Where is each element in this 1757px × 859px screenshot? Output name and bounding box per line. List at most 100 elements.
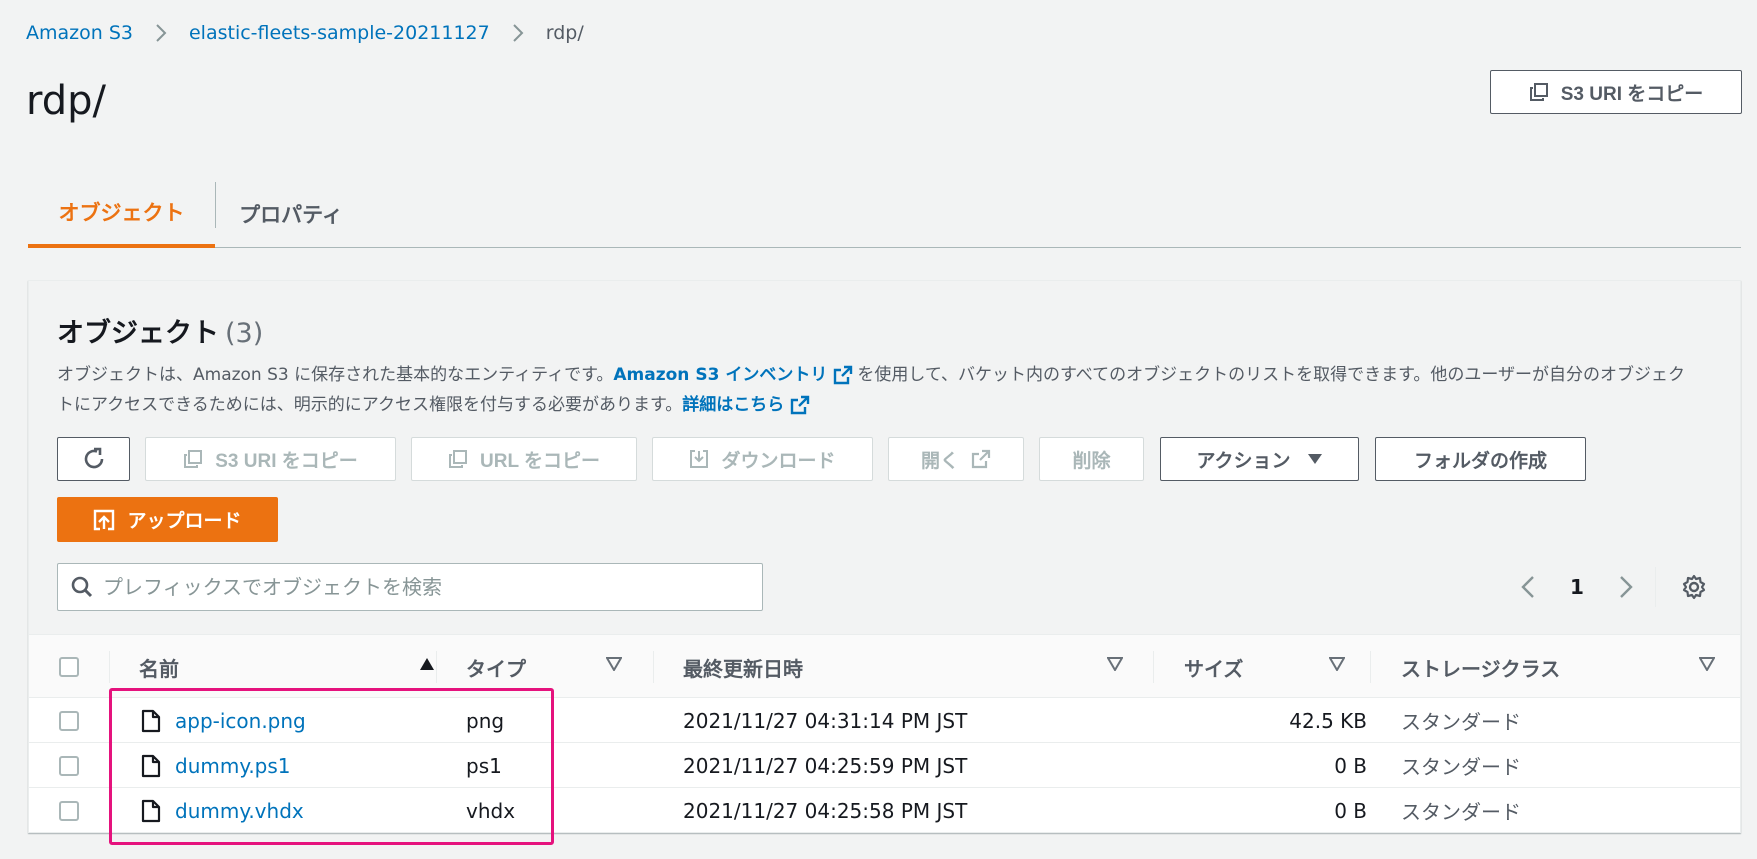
chevron-right-icon (512, 23, 524, 43)
select-all-cell (59, 635, 79, 699)
search-icon (71, 576, 93, 598)
table-row[interactable]: dummy.vhdx vhdx 2021/11/27 04:25:58 PM J… (29, 788, 1740, 833)
external-link-icon (971, 449, 991, 469)
object-name-link[interactable]: dummy.ps1 (175, 754, 291, 778)
copy-url-label: URL をコピー (480, 450, 600, 472)
description-text-1: オブジェクトは、Amazon S3 に保存された基本的なエンティティです。 (57, 365, 614, 385)
copy-s3-uri-label: S3 URI をコピー (1560, 83, 1704, 105)
previous-page-icon[interactable] (1520, 575, 1536, 599)
open-label: 開く (920, 450, 959, 472)
column-divider (436, 651, 437, 683)
copy-icon (448, 449, 468, 469)
upload-button[interactable]: アップロード (57, 497, 278, 542)
download-label: ダウンロード (721, 450, 836, 472)
sort-icon (1699, 657, 1715, 671)
copy-icon (183, 449, 203, 469)
object-storage-class: スタンダード (1401, 755, 1521, 779)
row-checkbox[interactable] (59, 710, 79, 731)
object-size: 42.5 KB (1289, 708, 1367, 733)
breadcrumb-item-amazon-s3[interactable]: Amazon S3 (26, 22, 133, 44)
tab-properties[interactable]: プロパティ (216, 180, 366, 248)
column-header-name[interactable]: 名前 (139, 635, 439, 699)
column-last-modified-label: 最終更新日時 (683, 656, 803, 681)
page-number[interactable]: 1 (1570, 575, 1584, 599)
column-divider (109, 651, 110, 683)
tab-bar: オブジェクト プロパティ (28, 180, 1741, 248)
details-link[interactable]: 詳細はこちら (682, 395, 814, 415)
chevron-right-icon (155, 23, 167, 43)
object-last-modified: 2021/11/27 04:25:58 PM JST (683, 798, 968, 823)
delete-label: 削除 (1072, 450, 1111, 472)
file-icon (141, 709, 161, 733)
object-type: png (466, 708, 505, 733)
copy-icon (1529, 82, 1549, 102)
external-link-icon (790, 395, 810, 415)
breadcrumb-current: rdp/ (545, 22, 584, 44)
column-header-type[interactable]: タイプ (466, 635, 656, 699)
objects-heading: オブジェクト (3) (57, 311, 263, 350)
copy-url-button[interactable]: URL をコピー (411, 437, 637, 481)
object-storage-class: スタンダード (1401, 800, 1521, 824)
file-icon (141, 799, 161, 823)
upload-icon (93, 509, 115, 531)
copy-s3-uri-button[interactable]: S3 URI をコピー (1490, 70, 1742, 114)
sort-ascending-icon (419, 657, 435, 671)
refresh-button[interactable] (57, 437, 130, 481)
actions-label: アクション (1196, 450, 1291, 472)
actions-dropdown-button[interactable]: アクション (1160, 437, 1359, 481)
inventory-link[interactable]: Amazon S3 インベントリ (613, 365, 857, 385)
pagination: 1 (1520, 563, 1634, 611)
objects-description: オブジェクトは、Amazon S3 に保存された基本的なエンティティです。Ama… (57, 360, 1697, 420)
gear-icon[interactable] (1681, 563, 1707, 611)
tab-objects[interactable]: オブジェクト (28, 180, 215, 248)
next-page-icon[interactable] (1618, 575, 1634, 599)
open-button[interactable]: 開く (888, 437, 1024, 481)
row-checkbox[interactable] (59, 800, 79, 821)
breadcrumb: Amazon S3 elastic-fleets-sample-20211127… (26, 18, 584, 48)
search-box (57, 563, 763, 611)
objects-count: (3) (225, 318, 264, 349)
row-checkbox[interactable] (59, 755, 79, 776)
table-header: 名前 タイプ 最終更新日時 サイズ ストレージクラス (29, 634, 1740, 698)
refresh-icon (81, 446, 107, 472)
object-storage-class: スタンダード (1401, 710, 1521, 734)
download-icon (689, 449, 709, 469)
file-icon (141, 754, 161, 778)
create-folder-label: フォルダの作成 (1413, 450, 1547, 472)
breadcrumb-item-bucket[interactable]: elastic-fleets-sample-20211127 (189, 22, 490, 44)
caret-down-icon (1307, 453, 1323, 465)
object-size: 0 B (1334, 753, 1367, 778)
object-name-link[interactable]: dummy.vhdx (175, 799, 304, 823)
select-all-checkbox[interactable] (59, 657, 79, 677)
column-divider (1370, 651, 1371, 683)
download-button[interactable]: ダウンロード (652, 437, 873, 481)
column-divider (653, 651, 654, 683)
column-size-label: サイズ (1184, 656, 1244, 681)
create-folder-button[interactable]: フォルダの作成 (1375, 437, 1586, 481)
column-divider (1153, 651, 1154, 683)
copy-s3-uri-toolbar-button[interactable]: S3 URI をコピー (145, 437, 396, 481)
object-type: ps1 (466, 753, 502, 778)
search-input[interactable] (103, 575, 743, 599)
objects-heading-label: オブジェクト (57, 318, 219, 349)
copy-s3-uri-toolbar-label: S3 URI をコピー (215, 450, 358, 472)
column-header-size[interactable]: サイズ (1184, 635, 1374, 699)
pagination-divider (1655, 567, 1656, 607)
object-last-modified: 2021/11/27 04:31:14 PM JST (683, 708, 968, 733)
object-last-modified: 2021/11/27 04:25:59 PM JST (683, 753, 968, 778)
upload-label: アップロード (127, 511, 242, 532)
object-type: vhdx (466, 798, 516, 823)
objects-table: 名前 タイプ 最終更新日時 サイズ ストレージクラス app-icon.png (29, 634, 1740, 833)
sort-icon (1107, 657, 1123, 671)
sort-icon (606, 657, 622, 671)
table-row[interactable]: dummy.ps1 ps1 2021/11/27 04:25:59 PM JST… (29, 743, 1740, 788)
page-title: rdp/ (26, 78, 106, 124)
column-header-storage-class[interactable]: ストレージクラス (1401, 635, 1721, 699)
table-row[interactable]: app-icon.png png 2021/11/27 04:31:14 PM … (29, 698, 1740, 743)
column-name-label: 名前 (139, 656, 179, 681)
column-type-label: タイプ (466, 656, 526, 681)
object-name-link[interactable]: app-icon.png (175, 709, 306, 733)
sort-icon (1329, 657, 1345, 671)
delete-button[interactable]: 削除 (1039, 437, 1144, 481)
column-header-last-modified[interactable]: 最終更新日時 (683, 635, 1163, 699)
